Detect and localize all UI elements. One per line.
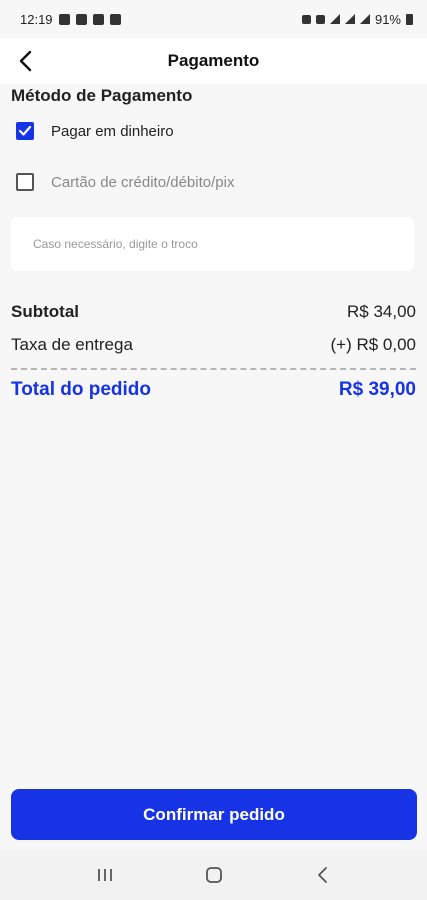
chevron-left-icon [19,50,32,72]
payment-method-title: Método de Pagamento [11,86,193,105]
delivery-fee-label: Taxa de entrega [11,335,133,354]
battery-icon [406,13,413,25]
option-card[interactable]: Cartão de crédito/débito/pix [16,173,234,191]
app-header: Pagamento [0,38,427,84]
page-title: Pagamento [167,51,260,70]
home-icon [205,867,222,883]
notification-icon [109,13,121,25]
notification-icon [58,13,70,25]
delivery-fee-row: Taxa de entrega (+) R$ 0,00 [11,335,416,355]
total-value: R$ 39,00 [338,379,416,400]
summary-divider [11,368,416,370]
hotspot-icon [315,14,325,24]
notification-icon [92,13,104,25]
option-cash-label: Pagar em dinheiro [51,122,174,140]
mute-icon [301,14,311,24]
recent-apps-icon [97,869,112,881]
status-bar: 12:19 91% [0,0,427,38]
battery-text: 91% [374,11,401,27]
delivery-fee-value: (+) R$ 0,00 [330,335,416,354]
option-card-label: Cartão de crédito/débito/pix [51,173,235,191]
recent-apps-button[interactable] [85,855,125,895]
check-icon [18,125,32,136]
status-left: 12:19 [20,12,121,27]
system-back-button[interactable] [303,855,343,895]
cell-signal-icon [359,14,370,24]
subtotal-value: R$ 34,00 [347,302,416,321]
total-row: Total do pedido R$ 39,00 [11,379,416,401]
confirm-order-button[interactable]: Confirmar pedido [11,789,417,840]
back-button[interactable] [10,43,42,79]
back-icon [317,867,327,883]
total-label: Total do pedido [11,379,152,400]
checkbox-unchecked[interactable] [16,173,34,191]
option-cash[interactable]: Pagar em dinheiro [16,122,174,140]
checkbox-checked[interactable] [16,122,34,140]
subtotal-label: Subtotal [11,302,79,321]
wifi-signal-icon [329,14,340,24]
notification-icon [75,13,87,25]
change-amount-input[interactable] [11,217,414,271]
subtotal-row: Subtotal R$ 34,00 [11,302,416,322]
status-time: 12:19 [20,11,53,27]
status-right: 91% [301,11,413,27]
home-button[interactable] [194,855,234,895]
cell-signal-icon [344,14,355,24]
system-nav-bar [0,850,427,900]
